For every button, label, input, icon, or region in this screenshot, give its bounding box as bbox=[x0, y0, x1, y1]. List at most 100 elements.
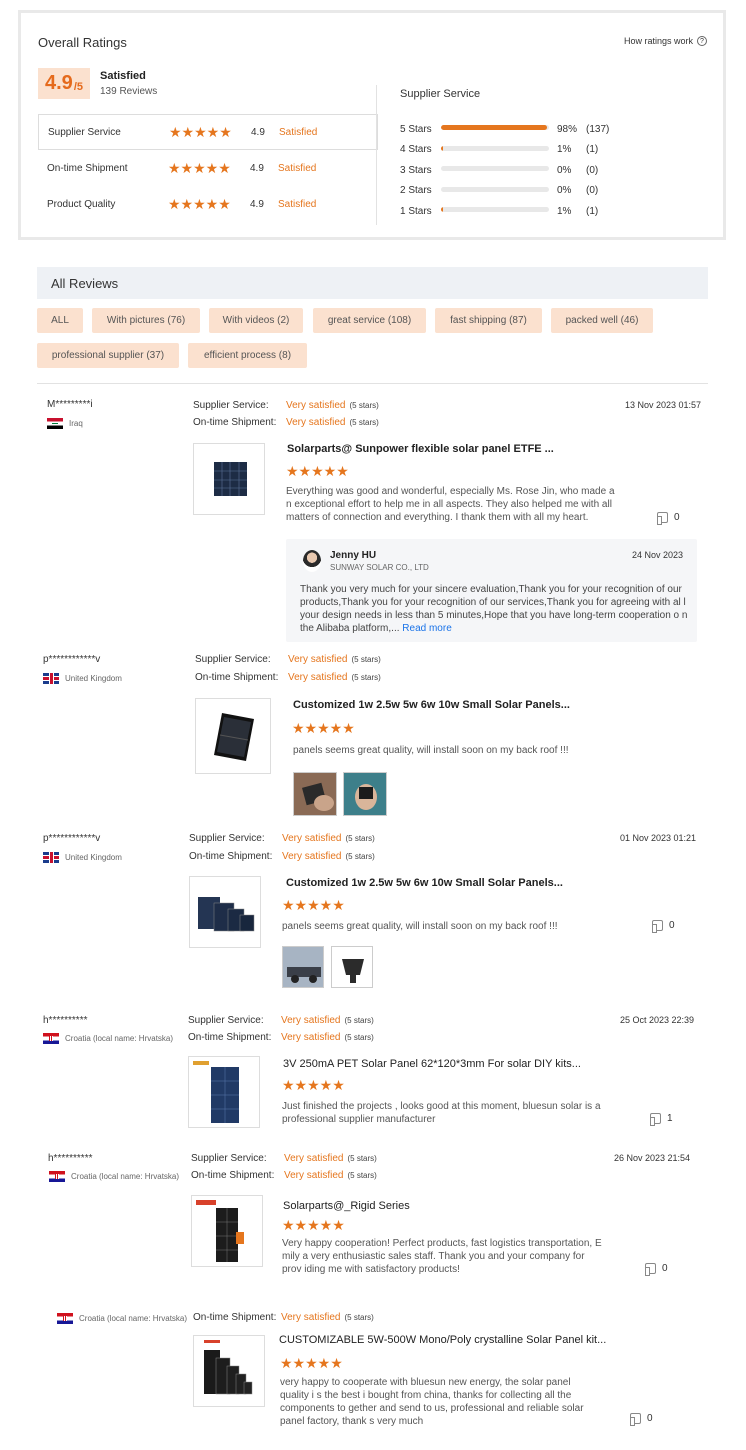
how-ratings-work-label[interactable]: How ratings work bbox=[624, 36, 693, 46]
review-star-icons: ★★★★★ bbox=[286, 463, 349, 479]
rating-row-status: Satisfied bbox=[278, 198, 317, 210]
uk-flag-icon bbox=[43, 852, 59, 863]
rating-value: Very satisfied bbox=[282, 833, 342, 844]
rating-label: Supplier Service: bbox=[188, 1015, 264, 1026]
rating-value: Very satisfied bbox=[281, 1032, 341, 1043]
country-name: Croatia (local name: Hrvatska) bbox=[79, 1314, 188, 1323]
product-thumbnail[interactable] bbox=[189, 876, 261, 948]
thumbs-up-icon[interactable] bbox=[650, 1113, 661, 1126]
product-title-link[interactable]: Customized 1w 2.5w 5w 6w 10w Small Solar… bbox=[286, 877, 563, 889]
country-name: Croatia (local name: Hrvatska) bbox=[71, 1172, 180, 1181]
product-title-link[interactable]: Solarparts@_Rigid Series bbox=[283, 1200, 410, 1212]
supplier-service-rating: Supplier Service: Very satisfied (5 stars) bbox=[193, 400, 379, 411]
reviewer-country: United Kingdom bbox=[43, 673, 122, 684]
rating-value: Very satisfied bbox=[288, 654, 348, 665]
reviewer-name: p************v bbox=[43, 654, 101, 665]
read-more-link[interactable]: Read more bbox=[402, 623, 451, 634]
thumbs-up-icon[interactable] bbox=[645, 1263, 656, 1276]
thumbs-up-icon[interactable] bbox=[630, 1413, 641, 1426]
product-thumbnail[interactable] bbox=[193, 1335, 265, 1407]
review-photo-image bbox=[294, 773, 336, 815]
rating-stars-text: (5 stars) bbox=[349, 401, 379, 410]
thumbs-up-icon[interactable] bbox=[652, 920, 663, 933]
distribution-label: 4 Stars bbox=[400, 144, 432, 156]
rating-value: Very satisfied bbox=[288, 672, 348, 683]
supplier-service-rating: Supplier Service: Very satisfied (5 stars) bbox=[189, 833, 375, 844]
filter-chip-packed-well[interactable]: packed well (46) bbox=[551, 308, 653, 333]
product-thumbnail[interactable] bbox=[188, 1056, 260, 1128]
rating-row-label: Product Quality bbox=[47, 198, 116, 210]
rating-row-product-quality[interactable]: Product Quality ★★★★★ 4.9 Satisfied bbox=[38, 186, 378, 222]
reviewer-country: Croatia (local name: Hrvatska) bbox=[57, 1313, 187, 1324]
rating-row-status: Satisfied bbox=[278, 162, 317, 174]
rating-label: Supplier Service: bbox=[189, 833, 265, 844]
distribution-bar-fill bbox=[441, 125, 547, 130]
distribution-bar-fill bbox=[441, 207, 444, 212]
review-text: Very happy cooperation! Perfect products… bbox=[282, 1238, 602, 1275]
review-photo[interactable] bbox=[331, 946, 373, 988]
filter-chip-all[interactable]: ALL bbox=[37, 308, 83, 333]
star-icons: ★★★★★ bbox=[169, 123, 232, 140]
iraq-flag-icon bbox=[47, 418, 63, 429]
overall-review-count: 139 Reviews bbox=[100, 86, 158, 97]
review-photo[interactable] bbox=[282, 946, 324, 988]
distribution-percent: 1% bbox=[557, 144, 572, 156]
like-button[interactable]: 1 bbox=[650, 1113, 673, 1126]
rating-stars-text: (5 stars) bbox=[347, 1171, 377, 1180]
reply-text: Thank you very much for your sincere eva… bbox=[300, 584, 688, 634]
product-title-link[interactable]: Solarparts@ Sunpower flexible solar pane… bbox=[287, 443, 554, 455]
review-photo[interactable] bbox=[293, 772, 337, 816]
product-title-link[interactable]: CUSTOMIZABLE 5W-500W Mono/Poly crystalli… bbox=[279, 1334, 606, 1346]
rating-label: Supplier Service: bbox=[193, 400, 269, 411]
product-thumbnail[interactable] bbox=[191, 1195, 263, 1267]
filter-chip-efficient-process[interactable]: efficient process (8) bbox=[188, 343, 307, 368]
review-star-icons: ★★★★★ bbox=[282, 1217, 345, 1233]
product-title-link[interactable]: 3V 250mA PET Solar Panel 62*120*3mm For … bbox=[283, 1058, 581, 1070]
like-button[interactable]: 0 bbox=[657, 512, 680, 525]
filter-chip-fast-shipping[interactable]: fast shipping (87) bbox=[435, 308, 542, 333]
distribution-count: (0) bbox=[586, 164, 599, 176]
all-reviews-title: All Reviews bbox=[51, 276, 119, 291]
like-button[interactable]: 0 bbox=[645, 1263, 668, 1276]
star-icons: ★★★★★ bbox=[168, 159, 231, 176]
rating-value: Very satisfied bbox=[286, 400, 346, 411]
review-text: panels seems great quality, will install… bbox=[282, 921, 558, 932]
rating-stars-text: (5 stars) bbox=[351, 673, 381, 682]
filter-chip-great-service[interactable]: great service (108) bbox=[313, 308, 426, 333]
filter-chip-with-videos[interactable]: With videos (2) bbox=[209, 308, 303, 333]
review-date: 13 Nov 2023 01:57 bbox=[625, 400, 702, 410]
rating-row-ontime-shipment[interactable]: On-time Shipment ★★★★★ 4.9 Satisfied bbox=[38, 150, 378, 186]
overall-ratings-card: Overall Ratings How ratings work ? 4.9/5… bbox=[18, 10, 726, 240]
review-photo[interactable] bbox=[343, 772, 387, 816]
rating-stars-text: (5 stars) bbox=[344, 1016, 374, 1025]
rating-row-status: Satisfied bbox=[279, 126, 318, 138]
review-date: 01 Nov 2023 01:21 bbox=[620, 833, 697, 843]
rating-label: On-time Shipment: bbox=[191, 1170, 275, 1181]
like-button[interactable]: 0 bbox=[630, 1413, 653, 1426]
avatar bbox=[303, 550, 321, 572]
distribution-row: 1 Stars 1% (1) bbox=[400, 201, 720, 222]
rating-row-score: 4.9 bbox=[250, 162, 264, 174]
rating-value: Very satisfied bbox=[281, 1312, 341, 1323]
solar-panel-image bbox=[214, 462, 247, 496]
ontime-shipment-rating: On-time Shipment: Very satisfied (5 stars) bbox=[193, 417, 379, 428]
like-count: 1 bbox=[667, 1113, 673, 1124]
filter-chip-with-pictures[interactable]: With pictures (76) bbox=[92, 308, 200, 333]
help-icon[interactable]: ? bbox=[697, 36, 707, 46]
thumbs-up-icon[interactable] bbox=[657, 512, 668, 525]
review-star-icons: ★★★★★ bbox=[292, 720, 355, 736]
distribution-count: (1) bbox=[586, 144, 599, 156]
product-thumbnail[interactable] bbox=[193, 443, 265, 515]
like-button[interactable]: 0 bbox=[652, 920, 675, 933]
product-title-link[interactable]: Customized 1w 2.5w 5w 6w 10w Small Solar… bbox=[293, 699, 570, 711]
like-count: 0 bbox=[669, 920, 675, 931]
review-text: Just finished the projects , looks good … bbox=[282, 1101, 601, 1125]
product-thumbnail[interactable] bbox=[195, 698, 271, 774]
reviewer-name: h********** bbox=[48, 1153, 93, 1164]
filter-chip-professional-supplier[interactable]: professional supplier (37) bbox=[37, 343, 179, 368]
distribution-title: Supplier Service bbox=[400, 88, 481, 100]
solar-panel-image bbox=[214, 713, 254, 761]
how-ratings-work-link[interactable]: How ratings work ? bbox=[624, 36, 707, 46]
rating-row-supplier-service[interactable]: Supplier Service ★★★★★ 4.9 Satisfied bbox=[38, 114, 378, 150]
rating-stars-text: (5 stars) bbox=[347, 1154, 377, 1163]
